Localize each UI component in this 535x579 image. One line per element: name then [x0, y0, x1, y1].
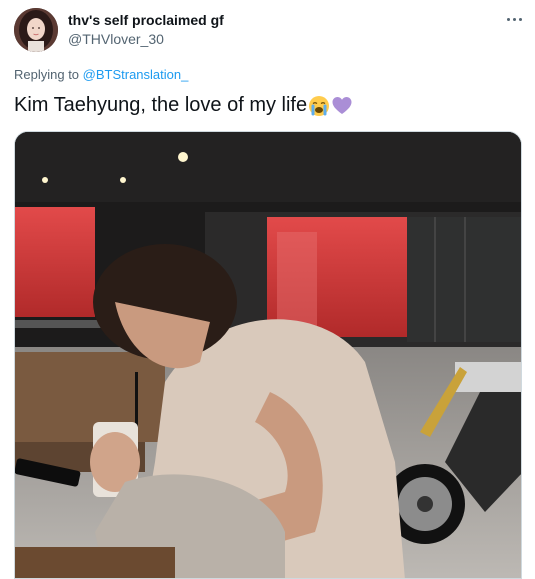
- more-icon: [506, 17, 510, 21]
- reply-target-link[interactable]: @BTStranslation_: [83, 67, 189, 82]
- loudly-crying-face-icon: [308, 95, 330, 117]
- replying-to-label: Replying to: [14, 67, 83, 82]
- user-handle[interactable]: @THVlover_30: [68, 31, 164, 47]
- purple-heart-icon: [331, 95, 353, 117]
- more-icon-dot: [518, 17, 522, 21]
- display-name[interactable]: thv's self proclaimed gf: [68, 12, 224, 28]
- replying-to: Replying to @BTStranslation_: [14, 67, 188, 82]
- more-icon-dot: [512, 17, 516, 21]
- tweet-card[interactable]: thv's self proclaimed gf @THVlover_30 Re…: [0, 0, 535, 579]
- avatar-image: [14, 8, 58, 52]
- tweet-body: Kim Taehyung, the love of my life: [14, 94, 308, 116]
- photo-image: [15, 132, 521, 578]
- more-options-button[interactable]: [500, 8, 528, 30]
- tweet-photo[interactable]: [14, 131, 522, 579]
- avatar[interactable]: [14, 8, 58, 52]
- tweet-text: Kim Taehyung, the love of my life: [14, 94, 353, 117]
